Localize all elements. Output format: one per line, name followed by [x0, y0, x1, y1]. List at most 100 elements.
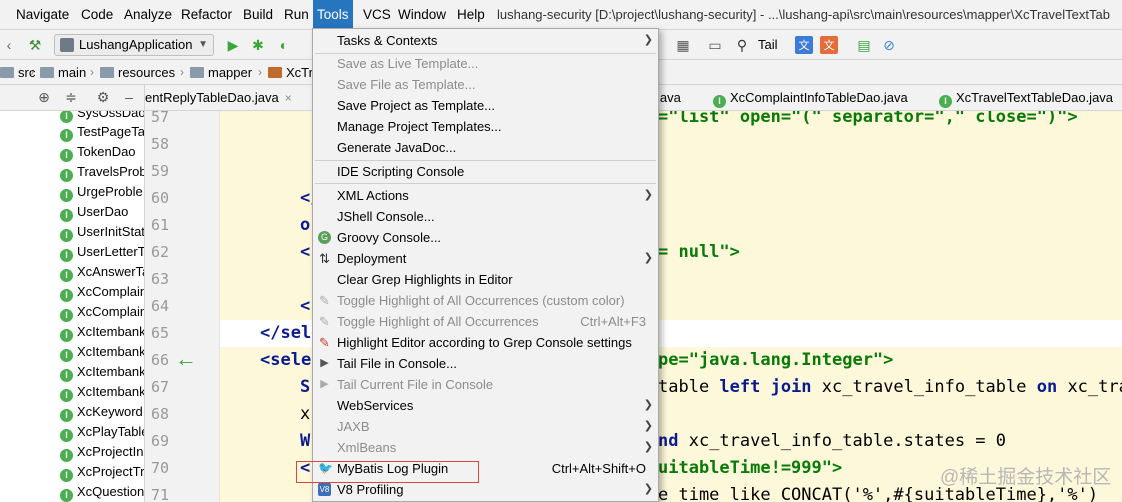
tree-item[interactable]: I TravelsProb — [60, 162, 144, 182]
editor-tab[interactable]: I XcComplaintInfoTableDao.java — [713, 85, 908, 111]
menu-navigate[interactable]: Navigate — [12, 0, 73, 30]
menu-run[interactable]: Run — [280, 0, 313, 30]
tree-item[interactable]: I XcProjectTr — [60, 462, 144, 482]
translate-icon[interactable]: 文 — [795, 36, 813, 54]
translate-alt-icon[interactable]: 文 — [820, 36, 838, 54]
project-structure-icon[interactable]: ▦ — [674, 36, 692, 54]
breadcrumb-file[interactable]: XcTr — [268, 60, 313, 85]
hammer-icon[interactable]: ⚒ — [26, 36, 44, 54]
menu-window[interactable]: Window — [394, 0, 450, 30]
menu-item-toggle-highlight-custom[interactable]: ✎ Toggle Highlight of All Occurrences (cu… — [313, 290, 658, 311]
run-configuration-label: LushangApplication — [79, 37, 193, 52]
menu-item-highlight-editor-grep[interactable]: ✎ Highlight Editor according to Grep Cons… — [313, 332, 658, 353]
menu-item-save-file-template[interactable]: Save File as Template... — [313, 74, 658, 95]
highlighter-icon: ✎ — [319, 293, 330, 308]
menu-item-tail-current-file[interactable]: ▶ Tail Current File in Console — [313, 374, 658, 395]
menu-item-mybatis-log-plugin[interactable]: 🐦 MyBatis Log Plugin Ctrl+Alt+Shift+O — [313, 458, 658, 479]
collapse-all-icon[interactable]: ≑ — [63, 89, 79, 105]
menu-item-jshell-console[interactable]: JShell Console... — [313, 206, 658, 227]
menu-refactor[interactable]: Refactor — [177, 0, 236, 30]
editor-tab[interactable]: java — [657, 85, 681, 111]
block-icon[interactable]: ⊘ — [880, 36, 898, 54]
menu-item-save-project-template[interactable]: Save Project as Template... — [313, 95, 658, 116]
menu-tools[interactable]: Tools — [313, 0, 353, 30]
breadcrumb-separator: › — [258, 65, 262, 79]
menu-item-manage-project-templates[interactable]: Manage Project Templates... — [313, 116, 658, 137]
editor-tab[interactable]: I XcTravelTextTableDao.java — [939, 85, 1113, 111]
interface-icon: I — [60, 469, 73, 482]
tree-item[interactable]: I TokenDao — [60, 142, 136, 162]
menu-vcs[interactable]: VCS — [359, 0, 395, 30]
menu-analyze[interactable]: Analyze — [120, 0, 176, 30]
menu-help[interactable]: Help — [453, 0, 489, 30]
interface-icon: I — [60, 429, 73, 442]
run-icon[interactable]: ▶ — [224, 36, 242, 54]
line-number: 69 — [150, 432, 169, 450]
menu-item-xml-actions[interactable]: XML Actions ❯ — [313, 185, 658, 206]
code-line-61: o — [300, 215, 311, 235]
play-icon: ▶ — [320, 357, 329, 369]
breadcrumb-mapper[interactable]: mapper — [190, 60, 252, 85]
code-line-69-right: nd xc_travel_info_table.states = 0 — [658, 431, 1006, 451]
tree-item[interactable]: I XcKeyword — [60, 402, 143, 422]
tree-item[interactable]: I UserLetterT — [60, 242, 144, 262]
code-line-57: ="list" open="(" separator="," close=")"… — [658, 111, 1078, 127]
search-icon[interactable]: ⚲ — [733, 36, 751, 54]
interface-icon: I — [60, 449, 73, 462]
debug-icon[interactable]: ✱ — [249, 36, 267, 54]
xml-file-icon — [268, 67, 282, 78]
menu-item-generate-javadoc[interactable]: Generate JavaDoc... — [313, 137, 658, 158]
tree-item[interactable]: I XcPlayTable — [60, 422, 144, 442]
menu-item-save-live-template[interactable]: Save as Live Template... — [313, 53, 658, 74]
close-icon[interactable]: × — [285, 91, 292, 105]
minimize-icon[interactable]: – — [121, 89, 137, 105]
menu-code[interactable]: Code — [77, 0, 117, 30]
menu-item-groovy-console[interactable]: G Groovy Console... — [313, 227, 658, 248]
window-title: lushang-security [D:\project\lushang-sec… — [497, 7, 1110, 22]
line-number: 64 — [150, 297, 169, 315]
back-icon[interactable]: ‹ — [0, 36, 18, 54]
navigate-to-method-icon[interactable]: ← — [175, 346, 197, 372]
watermark: @稀土掘金技术社区 — [940, 467, 1112, 488]
menu-item-deployment[interactable]: ⇅ Deployment ❯ — [313, 248, 658, 269]
locate-icon[interactable]: ⊕ — [36, 89, 52, 105]
chart-icon[interactable]: ▤ — [855, 36, 873, 54]
tree-item[interactable]: I XcQuestion — [60, 482, 144, 502]
menu-item-tasks-contexts[interactable]: Tasks & Contexts ❯ — [313, 30, 658, 51]
menu-item-xmlbeans[interactable]: XmlBeans ❯ — [313, 437, 658, 458]
interface-icon: I — [60, 269, 73, 282]
tree-item[interactable]: I UserDao — [60, 202, 128, 222]
menu-item-ide-scripting-console[interactable]: IDE Scripting Console — [313, 161, 658, 182]
interface-icon: I — [60, 309, 73, 322]
tree-item[interactable]: I XcItembank — [60, 382, 144, 402]
tree-item[interactable]: I XcAnswerTa — [60, 262, 144, 282]
terminal-icon[interactable]: ▭ — [706, 36, 724, 54]
menu-item-jaxb[interactable]: JAXB ❯ — [313, 416, 658, 437]
tree-item[interactable]: I XcItembank — [60, 362, 144, 382]
menu-item-v8-profiling[interactable]: V8 V8 Profiling ❯ — [313, 479, 658, 500]
breadcrumb-resources[interactable]: resources — [100, 60, 175, 85]
line-number: 70 — [150, 459, 169, 477]
tree-item[interactable]: I XcItembank — [60, 322, 144, 342]
tree-item[interactable]: I XcProjectIn — [60, 442, 143, 462]
tree-item[interactable]: I UrgeProble — [60, 182, 143, 202]
submenu-arrow-icon: ❯ — [643, 399, 653, 411]
tree-item[interactable]: I XcComplain — [60, 302, 144, 322]
gear-icon[interactable]: ⚙ — [95, 89, 111, 105]
coverage-icon[interactable]: ◐ — [275, 36, 293, 54]
tree-item[interactable]: I UserInitStat — [60, 222, 144, 242]
tree-item[interactable]: I TestPageTa — [60, 122, 144, 142]
run-configuration-select[interactable]: LushangApplication ▼ — [54, 34, 214, 56]
breadcrumb-main[interactable]: main — [40, 60, 86, 85]
menu-build[interactable]: Build — [239, 0, 277, 30]
interface-icon: I — [60, 289, 73, 302]
menu-item-webservices[interactable]: WebServices ❯ — [313, 395, 658, 416]
tail-button[interactable]: Tail — [758, 30, 778, 60]
menu-item-clear-grep-highlights[interactable]: Clear Grep Highlights in Editor — [313, 269, 658, 290]
tree-item[interactable]: I XcItembank — [60, 342, 144, 362]
menu-item-tail-file[interactable]: ▶ Tail File in Console... — [313, 353, 658, 374]
tree-item[interactable]: I XcComplain — [60, 282, 144, 302]
menu-item-toggle-highlight[interactable]: ✎ Toggle Highlight of All Occurrences Ctrl… — [313, 311, 658, 332]
interface-icon: I — [60, 329, 73, 342]
folder-icon — [40, 67, 54, 78]
